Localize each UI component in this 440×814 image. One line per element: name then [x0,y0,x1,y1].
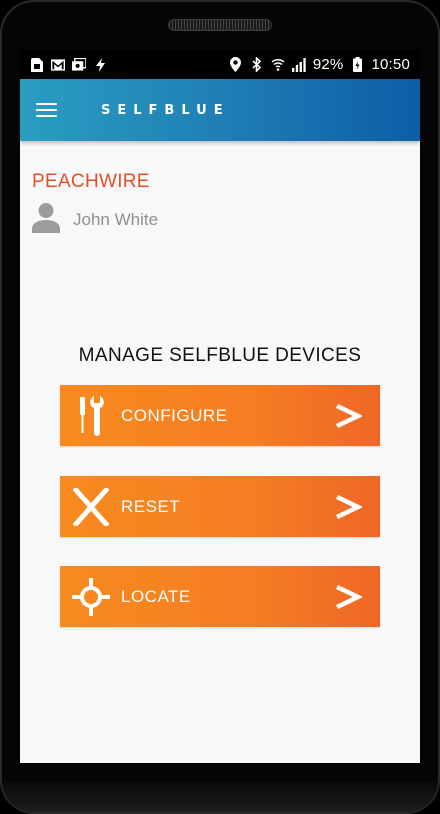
organization-name: PEACHWIRE [32,171,150,192]
user-avatar-icon [32,202,60,238]
status-right: 92% 10:50 [229,56,410,73]
brand-title: SELFBLUE [101,102,230,118]
section-title: MANAGE SELFBLUE DEVICES [78,345,362,366]
wifi-icon [271,58,285,72]
user-info: John White [32,202,158,238]
app-bar: SELFBLUE [20,79,420,141]
reset-button[interactable]: RESET [60,476,380,537]
location-pin-icon [229,57,243,72]
locate-label: LOCATE [121,586,191,606]
chevron-right-icon [333,582,363,612]
user-name: John White [73,210,159,229]
chevron-right-icon [333,401,363,431]
configure-label: CONFIGURE [121,405,228,425]
bottom-bezel [2,782,438,812]
chevron-right-icon [333,492,363,522]
status-bar: 92% 10:50 [20,50,420,79]
photos-icon [72,58,86,72]
hamburger-menu-icon[interactable] [36,98,60,122]
crosshair-icon [69,575,113,619]
tools-icon [69,394,113,438]
sim-card-icon [30,57,44,72]
gmail-icon [51,58,65,72]
status-left [30,57,107,72]
bluetooth-icon [250,57,264,72]
charging-bolt-icon [93,57,107,72]
battery-percent: 92% [312,56,344,73]
battery-icon [350,57,364,72]
speaker-grille [168,19,272,31]
signal-icon [291,57,306,72]
x-icon [69,485,113,529]
reset-label: RESET [121,496,181,516]
clock: 10:50 [371,56,410,73]
locate-button[interactable]: LOCATE [60,566,380,627]
screen: 92% 10:50 SELFBLUE PEACHWIRE John White … [20,50,420,763]
configure-button[interactable]: CONFIGURE [60,385,380,446]
phone-frame: 92% 10:50 SELFBLUE PEACHWIRE John White … [0,0,440,814]
